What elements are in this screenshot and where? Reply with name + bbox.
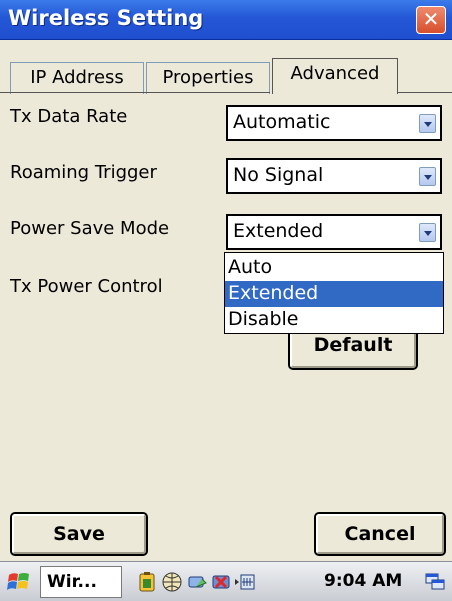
power-save-mode-value: Extended [233, 220, 324, 242]
close-icon: ✕ [422, 7, 440, 31]
tab-ip-address[interactable]: IP Address [10, 62, 144, 94]
input-panel-icon[interactable] [233, 571, 255, 593]
tab-properties[interactable]: Properties [146, 62, 270, 94]
save-button-label: Save [53, 523, 105, 545]
option-label: Auto [228, 256, 273, 278]
battery-icon[interactable] [136, 571, 158, 593]
option-label: Extended [228, 282, 319, 304]
power-save-mode-dropdown: Auto Extended Disable [224, 252, 444, 334]
power-save-mode-label: Power Save Mode [10, 218, 170, 239]
option-label: Disable [228, 308, 299, 330]
chevron-down-icon[interactable] [419, 114, 436, 133]
tx-power-control-label: Tx Power Control [10, 276, 163, 297]
network-globe-icon[interactable] [161, 571, 183, 593]
tab-label: Properties [162, 67, 254, 88]
tab-strip-border [398, 92, 452, 93]
window-title: Wireless Setting [8, 6, 204, 30]
tx-data-rate-label: Tx Data Rate [10, 106, 128, 127]
close-button[interactable]: ✕ [416, 6, 446, 34]
tab-label: Advanced [290, 63, 380, 84]
tx-data-rate-select[interactable]: Automatic [226, 105, 442, 141]
chevron-down-icon[interactable] [419, 223, 436, 242]
chevron-down-icon[interactable] [419, 167, 436, 186]
cancel-button-label: Cancel [344, 523, 416, 545]
dropdown-option-disable[interactable]: Disable [225, 307, 443, 333]
save-button[interactable]: Save [10, 512, 148, 556]
roaming-trigger-value: No Signal [233, 164, 324, 186]
taskbar-task-wireless[interactable]: Wir... [40, 566, 122, 598]
roaming-trigger-label: Roaming Trigger [10, 162, 157, 183]
tab-label: IP Address [30, 67, 124, 88]
taskbar-clock[interactable]: 9:04 AM [324, 571, 402, 591]
taskbar: Wir... 9:04 AM [0, 561, 452, 601]
tx-data-rate-value: Automatic [233, 111, 331, 133]
dropdown-option-extended[interactable]: Extended [225, 281, 443, 307]
desktop-windows-icon[interactable] [424, 571, 446, 593]
wireless-status-icon[interactable] [210, 571, 232, 593]
task-label: Wir... [47, 572, 97, 592]
dropdown-option-auto[interactable]: Auto [225, 255, 443, 281]
tab-advanced[interactable]: Advanced [272, 58, 398, 94]
title-bar: Wireless Setting ✕ [0, 0, 452, 40]
roaming-trigger-select[interactable]: No Signal [226, 158, 442, 194]
power-save-mode-select[interactable]: Extended [226, 214, 442, 250]
default-button-label: Default [313, 334, 393, 356]
windows-start-icon[interactable] [6, 569, 32, 595]
tab-strip-border [0, 92, 270, 93]
cancel-button[interactable]: Cancel [314, 512, 446, 556]
sync-connection-icon[interactable] [186, 571, 208, 593]
